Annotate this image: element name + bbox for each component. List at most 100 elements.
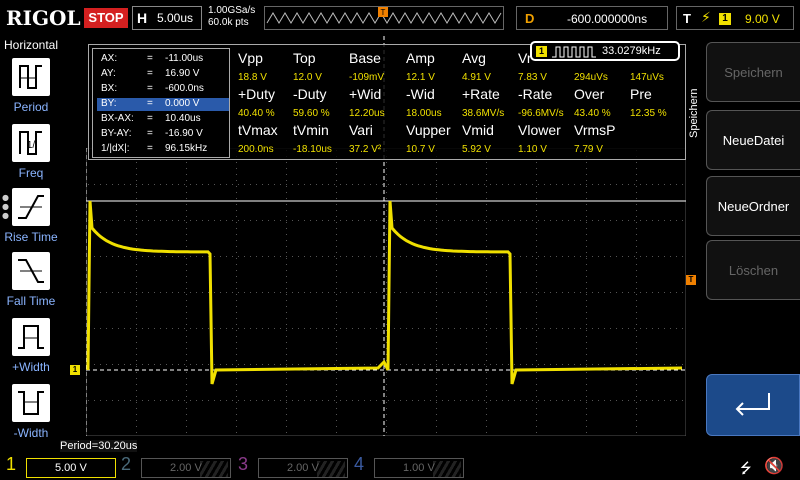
- menu-item-freq[interactable]: 1/ Freq: [0, 124, 62, 186]
- freq-icon: 1/: [12, 124, 50, 162]
- meas-val: 12.1 V: [406, 72, 435, 83]
- trigger-level: 9.00 V: [745, 12, 780, 26]
- menu-label: +Width: [12, 360, 50, 374]
- meas-val: 43.40 %: [574, 108, 611, 119]
- channel-scale-box: 2.00 V: [141, 458, 231, 478]
- menu-label: Freq: [18, 166, 44, 180]
- neg-width-icon: [12, 384, 50, 422]
- button-label: NeueDatei: [722, 133, 785, 148]
- meas-head-amp: Amp: [406, 50, 435, 66]
- meas-val: 4.91 V: [462, 72, 491, 83]
- freq-channel-badge: 1: [536, 46, 547, 57]
- memory-depth: 60.0k pts: [208, 17, 249, 28]
- rising-edge-icon: ⚡: [701, 10, 711, 26]
- channel-4-tab[interactable]: 4 1.00 V: [348, 454, 468, 478]
- channel-2-tab[interactable]: 2 2.00 V: [115, 454, 235, 478]
- menu-item-pos-width[interactable]: +Width: [0, 318, 62, 380]
- meas-val: 38.6MV/s: [462, 108, 505, 119]
- meas-val: -109mV: [349, 72, 385, 83]
- button-label: NeueOrdner: [717, 199, 790, 214]
- menu-label: -Width: [13, 426, 49, 440]
- meas-val: 7.83 V: [518, 72, 547, 83]
- cursor-row-ay: AY: = 16.90 V: [101, 68, 200, 79]
- waveform-display[interactable]: [86, 148, 686, 436]
- meas-head-vupper: Vupper: [406, 122, 451, 138]
- cursor-row-by[interactable]: BY: = 0.000 V: [97, 98, 229, 111]
- new-file-button[interactable]: NeueDatei: [706, 110, 800, 170]
- menu-item-period[interactable]: Period: [0, 58, 62, 120]
- cursor-row-inv-dx: 1/|dX|: = 96.15kHz: [101, 143, 208, 154]
- run-stop-indicator[interactable]: STOP: [84, 8, 128, 28]
- meas-val: 18.00us: [406, 108, 442, 119]
- speaker-mute-icon[interactable]: 🔇: [764, 456, 784, 475]
- cursor-readout-box: AX: = -11.00us AY: = 16.90 V BX: = -600.0ns BY…: [92, 48, 230, 158]
- meas-head-pos-rate: +Rate: [462, 86, 500, 102]
- menu-item-rise-time[interactable]: Rise Time: [0, 188, 62, 250]
- ch1-offset-marker[interactable]: 1: [70, 365, 80, 375]
- delay-value: -600.000000ns: [567, 12, 648, 26]
- button-label: Speichern: [724, 65, 783, 80]
- meas-val: 200.0ns: [238, 144, 274, 155]
- period-readout: Period=30.20us: [60, 440, 138, 452]
- meas-head-tvmax: tVmax: [238, 122, 278, 138]
- meas-val: -18.10us: [293, 144, 332, 155]
- meas-head-vlower: Vlower: [518, 122, 561, 138]
- meas-val: 12.20us: [349, 108, 385, 119]
- channel-scale-box: 2.00 V: [258, 458, 348, 478]
- right-softkey-menu: Speichern Speichern NeueDatei NeueOrdner…: [688, 38, 800, 450]
- enter-button[interactable]: [706, 374, 800, 436]
- disabled-stripe: [317, 461, 345, 477]
- channel-number: 1: [6, 454, 17, 474]
- square-wave-icon: [552, 46, 596, 58]
- trigger-source-badge: 1: [719, 13, 731, 25]
- channel-scale-box: 5.00 V: [26, 458, 116, 478]
- meas-val: 5.92 V: [462, 144, 491, 155]
- channel-bar: 1 5.00 V 2 2.00 V 3 2.00 V 4 1.00 V ⭍ 🔇: [0, 452, 800, 480]
- meas-head-base: Base: [349, 50, 381, 66]
- menu-title: Speichern: [688, 88, 700, 138]
- top-bar: RIGOL STOP H 5.00us 1.00GSa/s 60.0k pts …: [0, 0, 800, 36]
- menu-item-neg-width[interactable]: -Width: [0, 384, 62, 446]
- meas-head-vpp: Vpp: [238, 50, 263, 66]
- meas-head-pos-duty: +Duty: [238, 86, 275, 102]
- horizontal-letter: H: [137, 10, 148, 26]
- save-button[interactable]: Speichern: [706, 42, 800, 102]
- enter-return-icon: [735, 393, 770, 416]
- meas-head-vari: Vari: [349, 122, 373, 138]
- meas-head-tvmin: tVmin: [293, 122, 329, 138]
- trigger-box[interactable]: T ⚡ 1 9.00 V: [676, 6, 794, 30]
- meas-head-top: Top: [293, 50, 316, 66]
- channel-scale: 1.00 V: [403, 462, 435, 474]
- trigger-letter: T: [683, 11, 691, 26]
- menu-item-fall-time[interactable]: Fall Time: [0, 252, 62, 314]
- menu-label: Fall Time: [6, 294, 56, 308]
- meas-val: 147uVs: [630, 72, 664, 83]
- meas-val: 59.60 %: [293, 108, 330, 119]
- channel-scale-box: 1.00 V: [374, 458, 464, 478]
- trigger-position-strip: T: [264, 6, 504, 30]
- disabled-stripe: [433, 461, 461, 477]
- timebase-box[interactable]: H 5.00us: [132, 6, 202, 30]
- channel-1-tab[interactable]: 1 5.00 V: [0, 454, 120, 478]
- new-folder-button[interactable]: NeueOrdner: [706, 176, 800, 236]
- button-label: Löschen: [728, 263, 779, 278]
- cursor-row-bx: BX: = -600.0ns: [101, 83, 204, 94]
- meas-head-pos-wid: +Wid: [349, 86, 382, 102]
- channel-scale: 2.00 V: [287, 462, 319, 474]
- rise-time-icon: [12, 188, 50, 226]
- meas-val: -96.6MV/s: [518, 108, 564, 119]
- delay-box[interactable]: D -600.000000ns: [516, 6, 668, 30]
- meas-val: 12.0 V: [293, 72, 322, 83]
- meas-head-vrmsp: VrmsP: [574, 122, 616, 138]
- frequency-value: 33.0279kHz: [602, 45, 661, 57]
- cursor-row-ax: AX: = -11.00us: [101, 53, 204, 64]
- channel-3-tab[interactable]: 3 2.00 V: [232, 454, 352, 478]
- channel-number: 3: [238, 454, 249, 474]
- meas-head-neg-duty: -Duty: [293, 86, 327, 102]
- delete-button[interactable]: Löschen: [706, 240, 800, 300]
- meas-head-neg-wid: -Wid: [406, 86, 435, 102]
- frequency-counter[interactable]: 1 33.0279kHz: [530, 41, 680, 61]
- meas-val: 7.79 V: [574, 144, 603, 155]
- rigol-logo: RIGOL: [6, 6, 81, 30]
- cursor-row-bx-ax: BX-AX: = 10.40us: [101, 113, 201, 124]
